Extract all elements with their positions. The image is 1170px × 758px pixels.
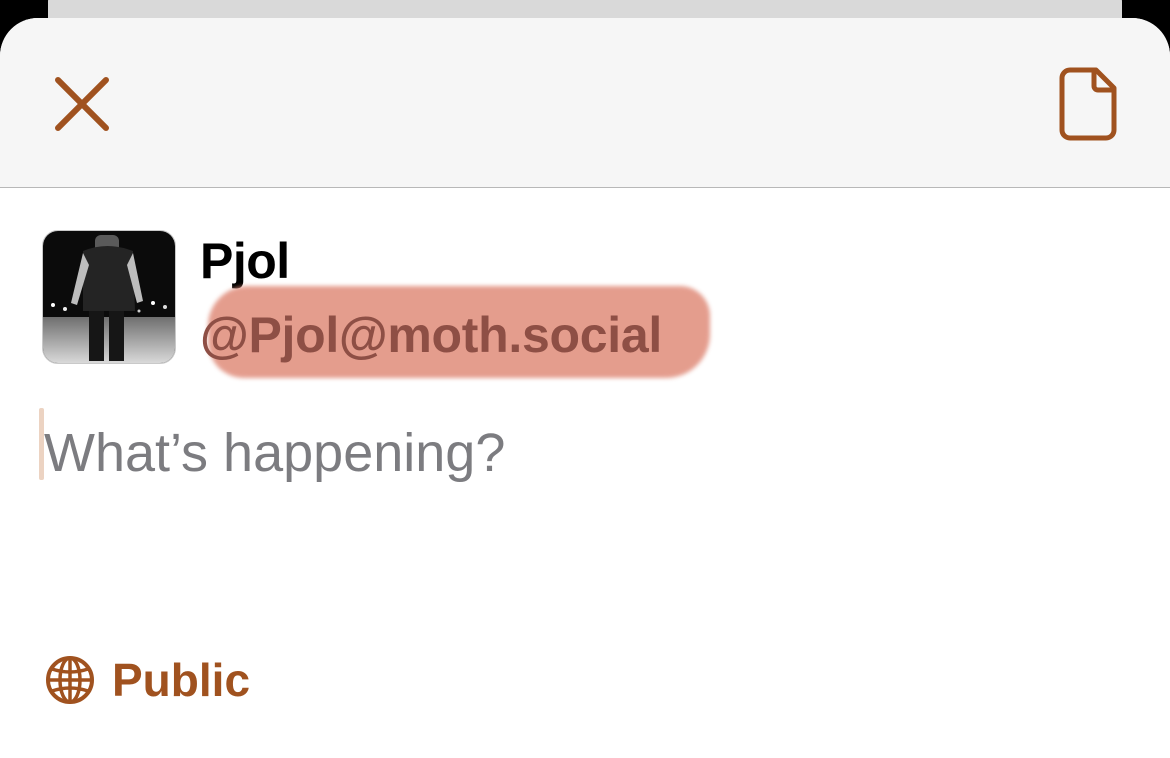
compose-input[interactable] xyxy=(38,408,1134,498)
drafts-button[interactable] xyxy=(1048,64,1124,144)
avatar[interactable] xyxy=(42,230,176,364)
compose-sheet: Pjol @Pjol@moth.social Public xyxy=(0,18,1170,758)
visibility-label: Public xyxy=(112,654,251,706)
avatar-photo xyxy=(43,231,175,363)
display-name: Pjol xyxy=(200,233,290,289)
visibility-button[interactable]: Public xyxy=(44,650,250,710)
close-icon xyxy=(55,77,109,131)
globe-icon xyxy=(46,656,94,704)
close-button[interactable] xyxy=(46,68,118,140)
text-cursor xyxy=(39,408,44,480)
navigation-bar xyxy=(0,18,1170,188)
account-handle: @Pjol@moth.social xyxy=(200,307,662,363)
document-icon xyxy=(1059,67,1117,141)
